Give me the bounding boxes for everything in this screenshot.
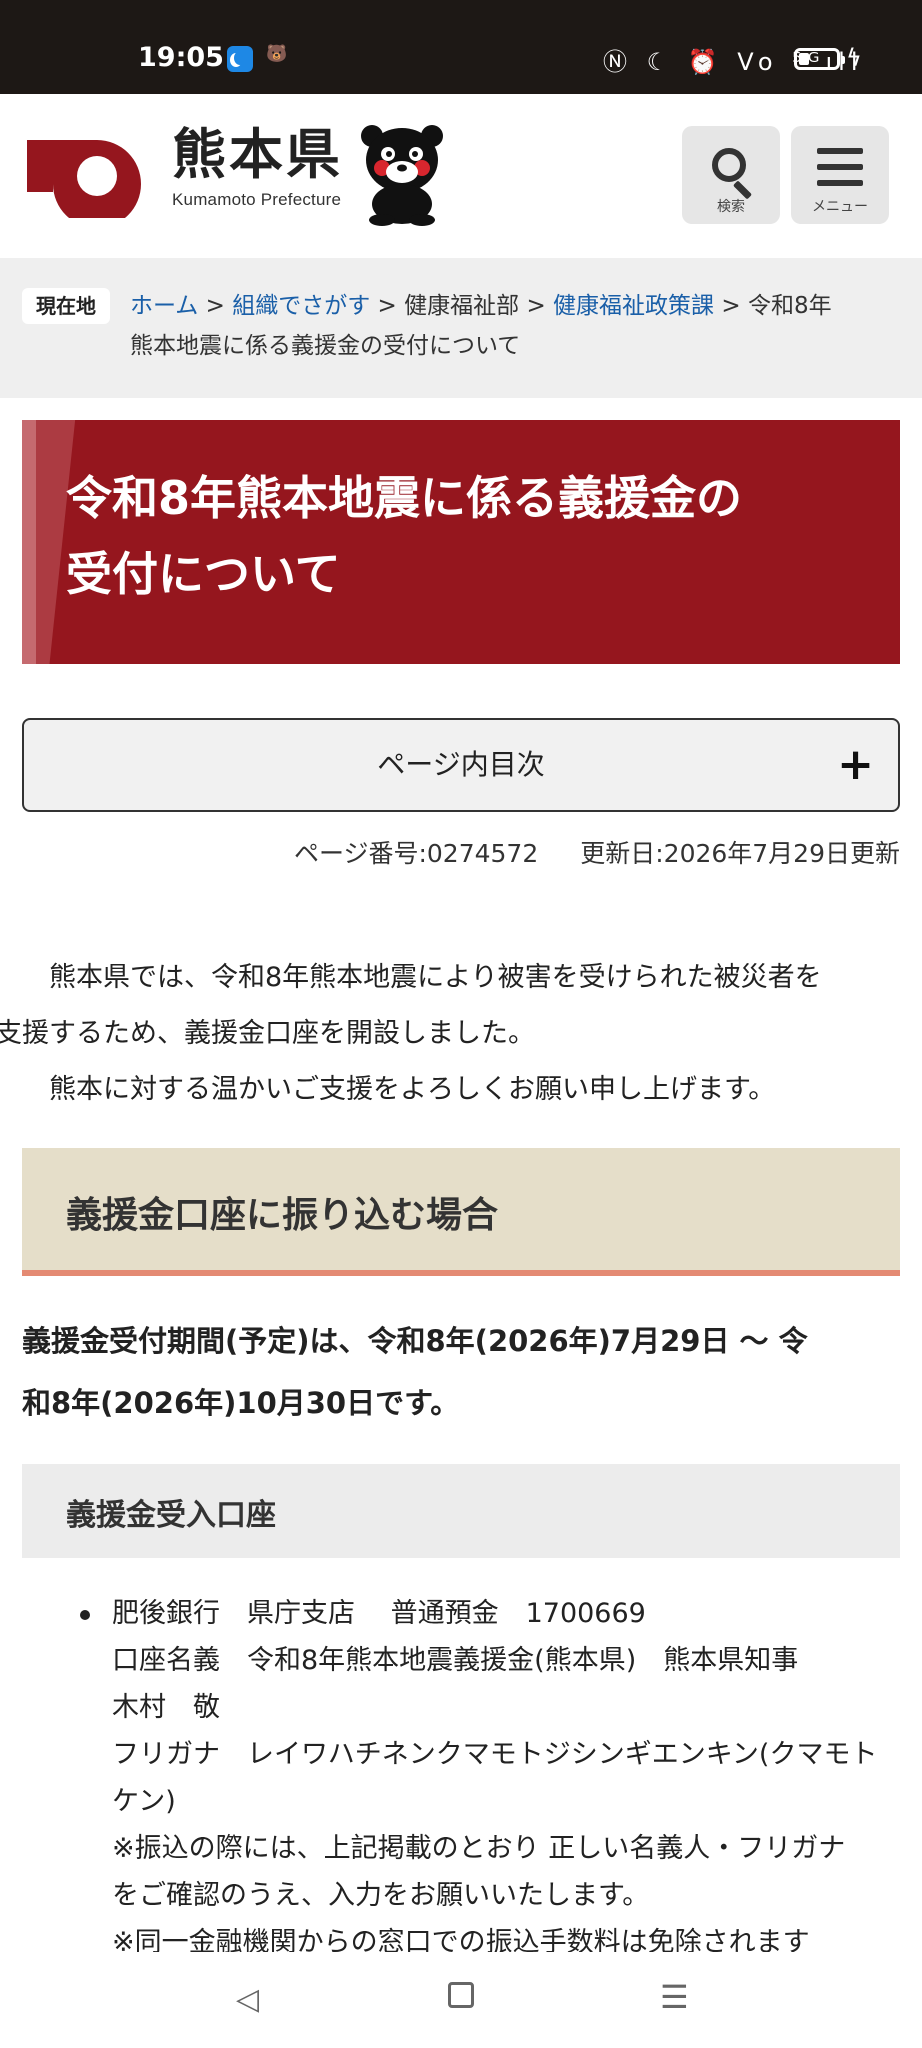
home-icon[interactable] xyxy=(448,1982,474,2008)
breadcrumb-separator: > xyxy=(205,293,225,319)
breadcrumb-path: ホーム > 組織でさがす > 健康福祉部 > 健康福祉政策課 > 令和8年 熊本… xyxy=(130,286,902,366)
account-line: 口座名義 令和8年熊本地震義援金(熊本県) 熊本県知事 xyxy=(112,1645,799,1676)
site-logo[interactable]: 熊本県 Kumamoto Prefecture xyxy=(172,128,343,210)
account-line: ケン) xyxy=(112,1786,176,1817)
account-line: ※振込の際には、上記掲載のとおり 正しい名義人・フリガナ xyxy=(112,1833,846,1864)
account-line: をご確認のうえ、入力をお願いいたします。 xyxy=(112,1880,650,1911)
updated-date: 更新日:2026年7月29日更新 xyxy=(580,839,900,868)
account-list-item: 肥後銀行 県庁支店 普通預金 1700669 口座名義 令和8年熊本地震義援金(… xyxy=(80,1590,902,1966)
page-title-line1: 令和8年熊本地震に係る義援金の xyxy=(66,471,743,525)
recents-icon[interactable]: ☰ xyxy=(660,1978,689,2016)
status-bar: 19:05 🐻 Ⓝ ☾ ⏰ Vo ⁵ᴳıll ϟ xyxy=(0,0,922,94)
page-title: 令和8年熊本地震に係る義援金の 受付について xyxy=(66,460,866,612)
charging-icon: ϟ xyxy=(846,44,862,72)
logo-title: 熊本県 xyxy=(172,123,343,186)
acceptance-period: 義援金受付期間(予定)は、令和8年(2026年)7月29日 〜 令和8年(202… xyxy=(22,1324,808,1420)
mascot-app-icon: 🐻 xyxy=(266,44,288,64)
menu-button[interactable]: メニュー xyxy=(791,126,889,224)
logo-subtitle: Kumamoto Prefecture xyxy=(172,190,342,209)
intro-text: 熊本県では、令和8年熊本地震により被害を受けられた被災者を 支援するため、義援金口… xyxy=(0,950,902,1118)
title-stripe-accent xyxy=(22,420,36,664)
plus-icon: + xyxy=(837,739,874,790)
sub-heading-text: 義援金受入口座 xyxy=(66,1498,276,1533)
back-icon[interactable]: ◁ xyxy=(236,1982,259,2017)
account-line: 木村 敬 xyxy=(112,1692,220,1723)
account-line: 肥後銀行 県庁支店 普通預金 1700669 xyxy=(112,1598,646,1629)
kumamon-mascot-icon xyxy=(361,125,443,226)
status-time: 19:05 xyxy=(138,42,224,73)
sub-heading: 義援金受入口座 xyxy=(22,1464,900,1558)
breadcrumb: 現在地 ホーム > 組織でさがす > 健康福祉部 > 健康福祉政策課 > 令和8… xyxy=(0,258,922,398)
breadcrumb-department: 健康福祉部 xyxy=(404,293,520,319)
page-meta: ページ番号:0274572 更新日:2026年7月29日更新 xyxy=(0,834,900,870)
prefecture-logo-icon[interactable] xyxy=(27,130,145,218)
breadcrumb-current-cont: 熊本地震に係る義援金の受付について xyxy=(130,333,521,359)
breadcrumb-current: 令和8年 xyxy=(747,293,832,319)
intro-paragraph-2: 熊本に対する温かいご支援をよろしくお願い申し上げます。 xyxy=(49,1074,776,1105)
page-title-block: 令和8年熊本地震に係る義援金の 受付について xyxy=(22,420,900,664)
menu-caption: メニュー xyxy=(812,199,868,215)
system-nav-bar: ◁ ☰ xyxy=(0,1952,922,2048)
account-line: フリガナ レイワハチネンクマモトジシンギエンキン(クマモト xyxy=(112,1739,878,1770)
intro-paragraph: 熊本県では、令和8年熊本地震により被害を受けられた被災者を 支援するため、義援金口… xyxy=(0,962,822,1049)
search-button[interactable]: 検索 xyxy=(682,126,780,224)
breadcrumb-org-link[interactable]: 組織でさがす xyxy=(232,293,370,319)
breadcrumb-separator: > xyxy=(721,293,741,319)
breadcrumb-home-link[interactable]: ホーム xyxy=(130,293,198,319)
page-number: ページ番号:0274572 xyxy=(293,839,539,868)
toc-label: ページ内目次 xyxy=(377,748,545,781)
hamburger-icon xyxy=(817,148,863,186)
moon-app-icon xyxy=(227,46,253,72)
page-title-line2: 受付について xyxy=(66,547,341,601)
page-toc-toggle[interactable]: ページ内目次 + xyxy=(22,718,900,812)
section-heading: 義援金口座に振り込む場合 xyxy=(22,1148,900,1276)
search-icon xyxy=(712,148,746,182)
breadcrumb-division-link[interactable]: 健康福祉政策課 xyxy=(553,293,714,319)
section-heading-text: 義援金口座に振り込む場合 xyxy=(66,1195,499,1236)
breadcrumb-label: 現在地 xyxy=(22,288,110,324)
breadcrumb-separator: > xyxy=(377,293,397,319)
breadcrumb-separator: > xyxy=(526,293,546,319)
search-caption: 検索 xyxy=(717,199,745,215)
battery-icon xyxy=(794,48,845,70)
